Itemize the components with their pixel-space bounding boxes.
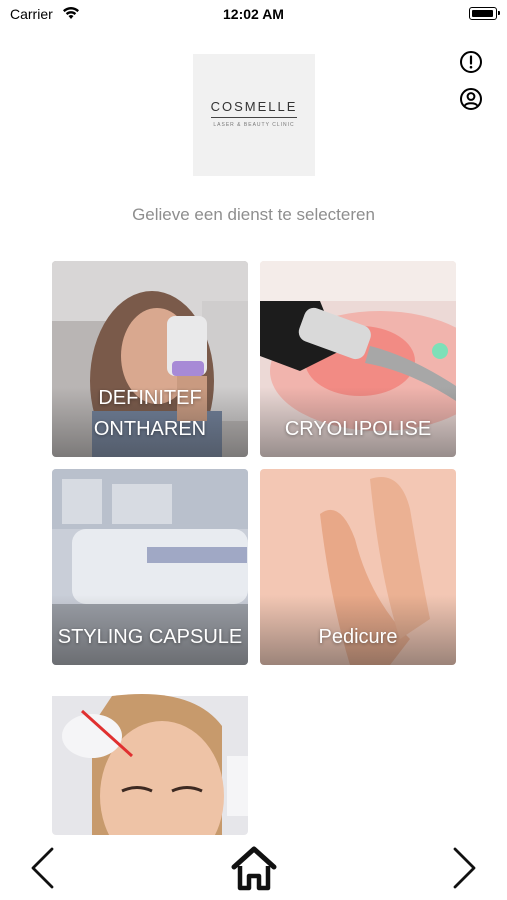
clock: 12:02 AM [223, 6, 284, 22]
injectables-photo [52, 694, 248, 835]
service-label: CRYOLIPOLISE [284, 418, 432, 440]
status-bar: Carrier 12:02 AM [0, 0, 507, 30]
service-label: STYLING CAPSULE [57, 626, 243, 648]
service-tile-pedicure[interactable]: Pedicure [260, 469, 456, 665]
chevron-left-icon[interactable] [28, 845, 58, 891]
service-tile-styling-capsule[interactable]: STYLING CAPSULE [52, 469, 248, 665]
main-content: COSMELLE LASER & BEAUTY CLINIC Gelieve e… [0, 30, 507, 835]
app-screen: Carrier 12:02 AM COSMELLE LASER & BEAUTY… [0, 0, 507, 900]
service-tile-injectables[interactable] [52, 677, 248, 835]
page-subtitle: Gelieve een dienst te selecteren [132, 205, 375, 224]
service-label: DEFINITEF ONTHAREN [93, 387, 207, 440]
service-tile-hair-removal[interactable]: DEFINITEF ONTHAREN [52, 261, 248, 457]
alert-circle-icon[interactable] [459, 50, 483, 74]
brand-logo: COSMELLE LASER & BEAUTY CLINIC [193, 54, 315, 176]
logo-tagline: LASER & BEAUTY CLINIC [213, 122, 295, 128]
logo-brand: COSMELLE [210, 99, 298, 114]
logo-divider [211, 117, 297, 118]
user-circle-icon[interactable] [459, 87, 483, 111]
home-icon[interactable] [229, 844, 279, 892]
chevron-right-icon[interactable] [449, 845, 479, 891]
service-tile-cryolipolysis[interactable]: CRYOLIPOLISE [260, 261, 456, 457]
service-label: Pedicure [318, 626, 398, 648]
battery-icon [469, 7, 500, 20]
bottom-navigation [0, 835, 507, 900]
